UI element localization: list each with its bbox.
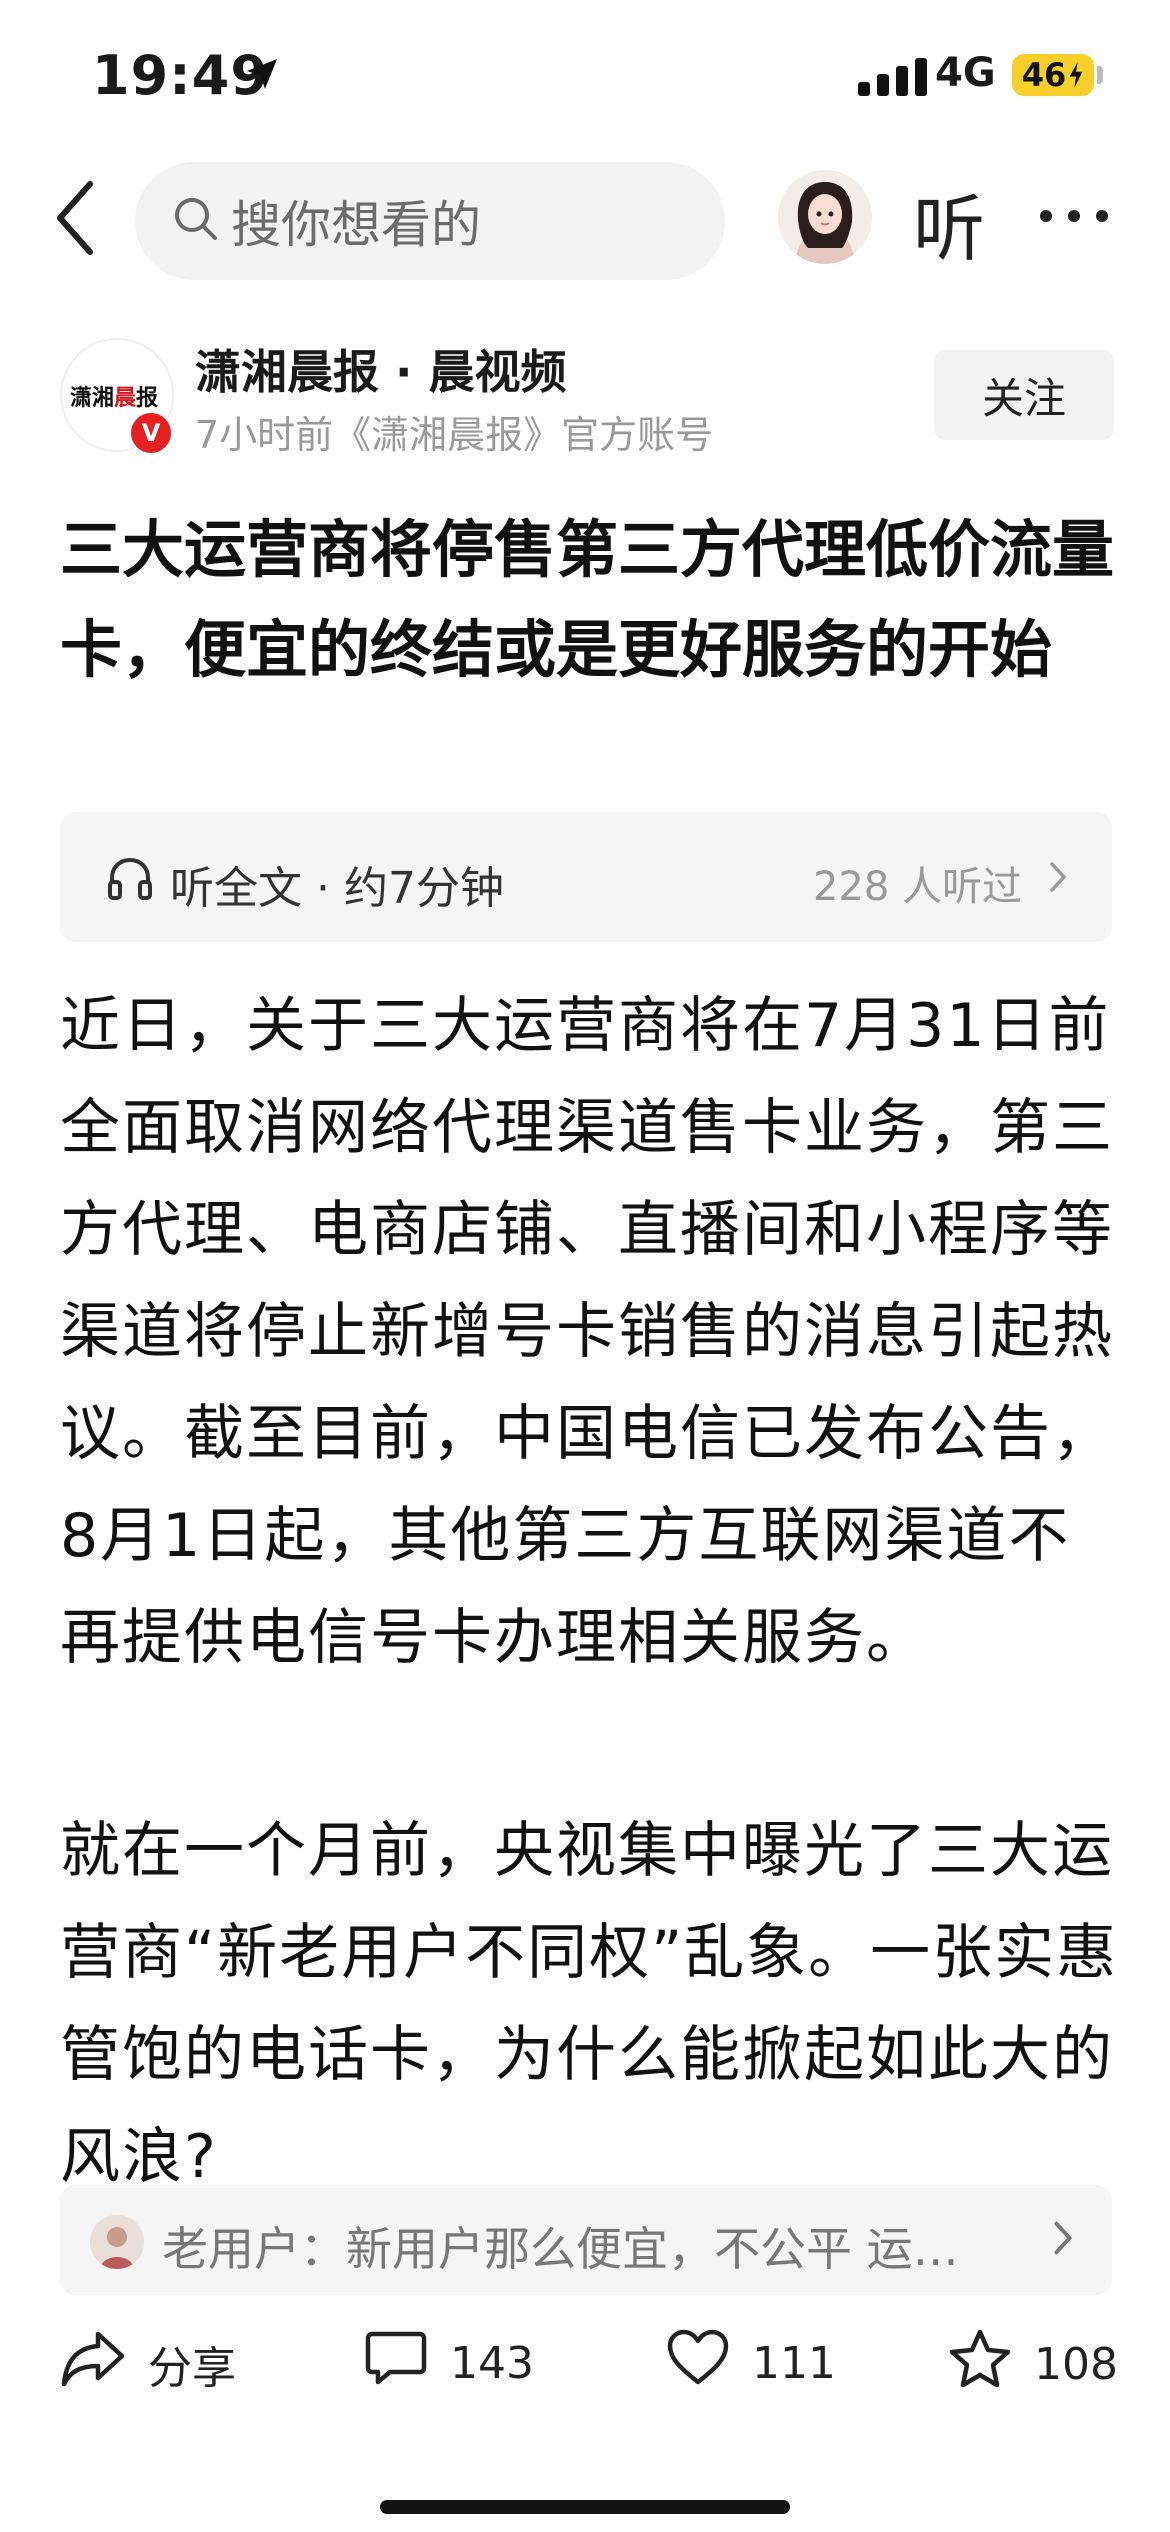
- search-icon: [171, 194, 221, 248]
- heart-icon: [666, 2328, 730, 2399]
- listen-full-text-label: 听全文 · 约7分钟: [170, 863, 504, 914]
- author-name[interactable]: 潇湘晨报 · 晨视频: [195, 336, 567, 402]
- logo-text-a: 潇湘: [70, 386, 115, 411]
- verified-badge: V: [128, 410, 174, 456]
- headphones-icon: [106, 854, 154, 906]
- battery-tip: [1097, 66, 1103, 84]
- article-paragraph: 就在一个月前，央视集中曝光了三大运营商“新老用户不同权”乱象。一张实惠管饱的电话…: [60, 1816, 1119, 2192]
- network-type: 4G: [935, 50, 996, 96]
- back-icon[interactable]: [50, 178, 100, 262]
- location-arrow-icon: [244, 56, 280, 96]
- like-button[interactable]: 111: [666, 2328, 836, 2399]
- comment-preview-text: 老用户：新用户那么便宜，不公平 运…: [162, 2222, 959, 2276]
- status-time: 19:49: [92, 44, 269, 107]
- like-count: 111: [752, 2338, 836, 2389]
- chevron-right-icon: [1048, 860, 1068, 898]
- article-paragraph: 近日，关于三大运营商将在7月31日前全面取消网络代理渠道售卡业务，第三方代理、电…: [60, 991, 1114, 1673]
- follow-button[interactable]: 关注: [934, 350, 1114, 440]
- cellular-signal-icon: [858, 56, 927, 96]
- author-meta: 7小时前《潇湘晨报》官方账号: [195, 413, 714, 457]
- logo-text-c: 报: [136, 386, 159, 411]
- comment-button[interactable]: 143: [364, 2328, 534, 2399]
- share-label: 分享: [148, 2342, 236, 2394]
- comment-icon: [364, 2328, 428, 2399]
- listen-full-text-bar[interactable]: 听全文 · 约7分钟 228 人听过: [60, 812, 1112, 942]
- logo-text-b: 晨: [114, 386, 137, 411]
- search-placeholder: 搜你想看的: [231, 196, 481, 254]
- favorite-button[interactable]: 108: [948, 2328, 1118, 2401]
- star-icon: [948, 2328, 1012, 2401]
- comment-preview-bar[interactable]: 老用户：新用户那么便宜，不公平 运…: [60, 2185, 1112, 2295]
- battery-level: 46: [1021, 56, 1067, 94]
- user-avatar[interactable]: [778, 170, 872, 264]
- more-icon[interactable]: [1040, 210, 1108, 222]
- share-button[interactable]: 分享: [60, 2328, 236, 2399]
- listen-count: 228 人听过: [812, 864, 1022, 910]
- commenter-avatar: [90, 2215, 144, 2269]
- comment-count: 143: [450, 2338, 534, 2389]
- chevron-right-icon: [1052, 2219, 1074, 2261]
- home-indicator[interactable]: [380, 2500, 790, 2514]
- listen-button[interactable]: 听: [913, 170, 985, 275]
- favorite-count: 108: [1034, 2339, 1118, 2390]
- article-title: 三大运营商将停售第三方代理低价流量卡，便宜的终结或是更好服务的开始: [60, 513, 1115, 686]
- battery-icon: 46: [1012, 54, 1094, 96]
- share-icon: [60, 2328, 126, 2399]
- search-input[interactable]: 搜你想看的: [135, 162, 725, 280]
